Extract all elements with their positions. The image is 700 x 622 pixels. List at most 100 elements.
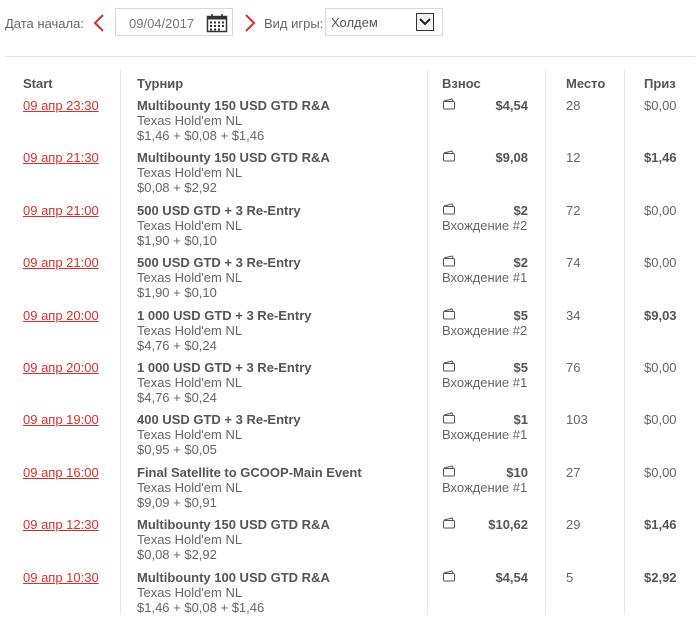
buyin-amount: $2 (513, 255, 528, 271)
tournament-name: Multibounty 100 USD GTD R&A (137, 569, 330, 585)
divider (5, 56, 695, 57)
calendar-icon[interactable] (206, 13, 228, 33)
prize-amount: $0,00 (644, 98, 677, 113)
entry-number: Вхождение #2 (442, 322, 528, 338)
finish-place: 29 (566, 517, 581, 533)
start-time-link[interactable]: 09 апр 12:30 (23, 517, 99, 532)
wallet-icon (442, 360, 456, 372)
column-header-buyin[interactable]: Взнос (442, 76, 481, 91)
tournament-name: Multibounty 150 USD GTD R&A (137, 150, 330, 166)
fee-breakdown: $4,76 + $0,24 (137, 390, 217, 405)
buyin-amount: $5 (513, 307, 528, 323)
wallet-icon (442, 412, 456, 424)
prize-amount: $0,00 (644, 360, 677, 375)
finish-place: 103 (566, 412, 588, 428)
start-time-link[interactable]: 09 апр 16:00 (23, 465, 99, 480)
entry-number: Вхождение #2 (442, 217, 528, 233)
wallet-icon (442, 203, 456, 215)
prize-amount: $1,46 (644, 150, 677, 166)
tournament-name: Multibounty 150 USD GTD R&A (137, 517, 330, 533)
game-type: Texas Hold'em NL (137, 375, 243, 390)
start-time-link[interactable]: 09 апр 23:30 (23, 98, 99, 113)
finish-place: 27 (566, 464, 581, 480)
table-row: 09 апр 23:30 Multibounty 150 USD GTD R&A T… (0, 98, 700, 150)
start-time-link[interactable]: 09 апр 21:00 (23, 255, 99, 270)
buyin-amount: $9,08 (495, 150, 528, 166)
buyin-amount: $1 (513, 412, 528, 428)
tournament-name: 1 000 USD GTD + 3 Re-Entry (137, 360, 312, 375)
tournament-name: 500 USD GTD + 3 Re-Entry (137, 255, 301, 271)
game-type: Texas Hold'em NL (137, 165, 243, 181)
buyin-amount: $5 (513, 360, 528, 375)
filter-bar: Дата начала: 09/04/2017 Вид игры: Холдем (0, 0, 700, 48)
fee-breakdown: $1,90 + $0,10 (137, 232, 217, 248)
fee-breakdown: $4,76 + $0,24 (137, 337, 217, 353)
game-type-select[interactable]: Холдем (325, 8, 443, 36)
wallet-icon (442, 465, 456, 477)
start-date-label: Дата начала: (5, 16, 84, 31)
wallet-icon (442, 570, 456, 582)
start-date-value: 09/04/2017 (129, 16, 195, 31)
game-type: Texas Hold'em NL (137, 584, 243, 600)
finish-place: 72 (566, 202, 581, 218)
game-type-value: Холдем (331, 15, 378, 30)
game-type: Texas Hold'em NL (137, 532, 243, 548)
finish-place: 5 (566, 569, 574, 585)
column-header-place[interactable]: Место (566, 76, 605, 91)
tournament-name: Multibounty 150 USD GTD R&A (137, 98, 330, 113)
prize-amount: $0,00 (644, 255, 677, 271)
prize-amount: $1,46 (644, 517, 677, 533)
fee-breakdown: $0,08 + $2,92 (137, 547, 217, 563)
table-row: 09 апр 20:00 1 000 USD GTD + 3 Re-Entry Te… (0, 308, 700, 360)
tournament-name: 400 USD GTD + 3 Re-Entry (137, 412, 301, 428)
column-header-tournament[interactable]: Турнир (137, 76, 183, 91)
start-time-link[interactable]: 09 апр 21:00 (23, 203, 99, 218)
game-type: Texas Hold'em NL (137, 270, 243, 286)
finish-place: 74 (566, 255, 581, 271)
game-type: Texas Hold'em NL (137, 322, 243, 338)
tournament-name: 500 USD GTD + 3 Re-Entry (137, 202, 301, 218)
prize-amount: $0,00 (644, 464, 677, 480)
fee-breakdown: $0,95 + $0,05 (137, 442, 217, 458)
entry-number: Вхождение #1 (442, 270, 528, 286)
wallet-icon (442, 98, 456, 110)
entry-number: Вхождение #1 (442, 479, 528, 495)
table-row: 09 апр 12:30 Multibounty 150 USD GTD R&A T… (0, 517, 700, 569)
finish-place: 12 (566, 150, 581, 166)
fee-breakdown: $9,09 + $0,91 (137, 494, 217, 510)
finish-place: 76 (566, 360, 581, 375)
previous-date-arrow-icon[interactable] (92, 13, 106, 33)
buyin-amount: $2 (513, 202, 528, 218)
start-time-link[interactable]: 09 апр 21:30 (23, 150, 99, 165)
fee-breakdown: $1,90 + $0,10 (137, 285, 217, 301)
buyin-amount: $10 (506, 464, 528, 480)
prize-amount: $2,92 (644, 569, 677, 585)
tournament-name: Final Satellite to GCOOP-Main Event (137, 464, 362, 480)
table-row: 09 апр 21:00 500 USD GTD + 3 Re-Entry Texa… (0, 203, 700, 255)
column-header-start[interactable]: Start (23, 76, 53, 91)
entry-number: Вхождение #1 (442, 427, 528, 443)
column-header-prize[interactable]: Приз (644, 76, 676, 91)
start-date-input[interactable]: 09/04/2017 (115, 8, 233, 36)
game-type: Texas Hold'em NL (137, 217, 243, 233)
next-date-arrow-icon[interactable] (243, 13, 257, 33)
buyin-amount: $4,54 (495, 98, 528, 113)
start-time-link[interactable]: 09 апр 20:00 (23, 360, 99, 375)
wallet-icon (442, 150, 456, 162)
buyin-amount: $4,54 (495, 569, 528, 585)
game-type: Texas Hold'em NL (137, 479, 243, 495)
start-time-link[interactable]: 09 апр 19:00 (23, 412, 99, 427)
finish-place: 34 (566, 307, 581, 323)
finish-place: 28 (566, 98, 581, 113)
start-time-link[interactable]: 09 апр 10:30 (23, 570, 99, 585)
chevron-down-icon[interactable] (416, 13, 434, 31)
start-time-link[interactable]: 09 апр 20:00 (23, 308, 99, 323)
wallet-icon (442, 255, 456, 267)
fee-breakdown: $1,46 + $0,08 + $1,46 (137, 128, 265, 143)
tournament-name: 1 000 USD GTD + 3 Re-Entry (137, 307, 312, 323)
table-row: 09 апр 19:00 400 USD GTD + 3 Re-Entry Texa… (0, 412, 700, 464)
prize-amount: $0,00 (644, 202, 677, 218)
fee-breakdown: $1,46 + $0,08 + $1,46 (137, 599, 265, 615)
prize-amount: $0,00 (644, 412, 677, 428)
wallet-icon (442, 308, 456, 320)
